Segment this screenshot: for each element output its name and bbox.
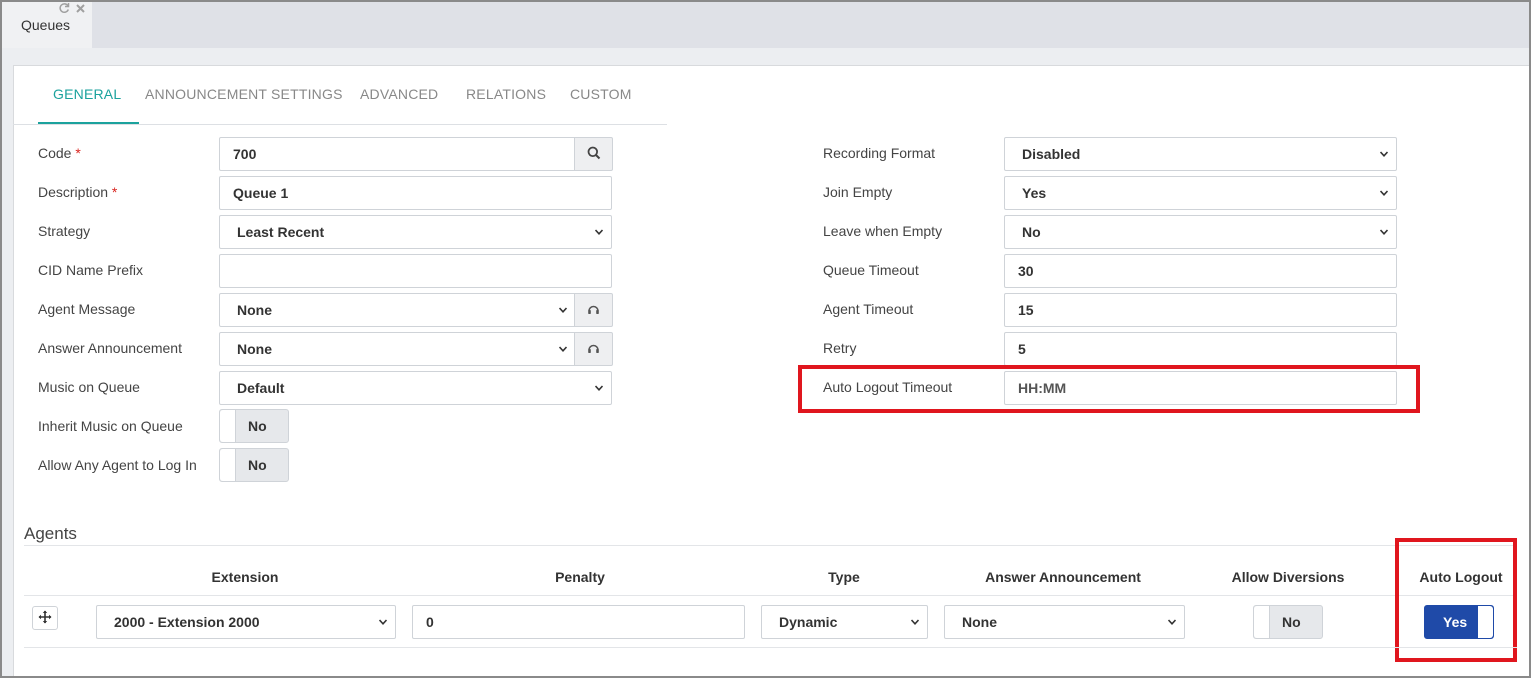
page-tab-title: Queues bbox=[21, 17, 71, 33]
headphones-icon bbox=[587, 341, 600, 357]
toggle-label: No bbox=[248, 457, 267, 473]
drag-handle[interactable] bbox=[32, 606, 58, 630]
code-label: Code * bbox=[38, 145, 81, 161]
refresh-icon[interactable] bbox=[58, 2, 70, 17]
toggle-knob bbox=[220, 410, 236, 442]
column-header-type: Type bbox=[828, 569, 860, 585]
column-header-penalty: Penalty bbox=[555, 569, 605, 585]
leave-when-empty-select[interactable]: No bbox=[1004, 215, 1397, 249]
close-icon[interactable] bbox=[75, 2, 86, 17]
agent-message-value: None bbox=[237, 302, 272, 318]
tab-relations[interactable]: RELATIONS bbox=[466, 86, 546, 102]
agent-timeout-label: Agent Timeout bbox=[823, 301, 914, 317]
music-on-queue-label: Music on Queue bbox=[38, 379, 140, 395]
chevron-down-icon bbox=[1380, 151, 1388, 157]
agent-timeout-input[interactable]: 15 bbox=[1004, 293, 1397, 327]
toggle-label: No bbox=[1282, 614, 1301, 630]
chevron-down-icon bbox=[595, 229, 603, 235]
toggle-knob bbox=[1254, 606, 1270, 638]
agent-allow-diversions-toggle[interactable]: No bbox=[1253, 605, 1323, 639]
recording-format-label: Recording Format bbox=[823, 145, 936, 161]
cid-prefix-input[interactable] bbox=[219, 254, 612, 288]
table-header-divider bbox=[24, 595, 1517, 596]
code-input[interactable]: 700 bbox=[219, 137, 576, 171]
highlight-box-auto-logout-timeout bbox=[798, 365, 1420, 413]
top-tab-bar bbox=[2, 2, 1529, 48]
chevron-down-icon bbox=[595, 385, 603, 391]
table-row-divider bbox=[24, 647, 1517, 648]
tab-announcement-settings[interactable]: ANNOUNCEMENT SETTINGS bbox=[145, 86, 343, 102]
recording-format-value: Disabled bbox=[1022, 146, 1081, 162]
tab-general[interactable]: GENERAL bbox=[53, 86, 121, 102]
page-tab-queues[interactable]: Queues bbox=[2, 2, 92, 48]
move-icon bbox=[38, 610, 52, 627]
allow-any-agent-toggle[interactable]: No bbox=[219, 448, 289, 482]
answer-announcement-label: Answer Announcement bbox=[38, 340, 182, 356]
chevron-down-icon bbox=[379, 619, 387, 625]
cid-prefix-label: CID Name Prefix bbox=[38, 262, 144, 278]
agent-type-value: Dynamic bbox=[779, 614, 838, 630]
chevron-down-icon bbox=[1380, 229, 1388, 235]
description-input[interactable]: Queue 1 bbox=[219, 176, 612, 210]
column-header-answer-announcement: Answer Announcement bbox=[985, 569, 1141, 585]
retry-label: Retry bbox=[823, 340, 857, 356]
music-on-queue-value: Default bbox=[237, 380, 285, 396]
active-tab-indicator bbox=[38, 122, 139, 124]
strategy-select[interactable]: Least Recent bbox=[219, 215, 612, 249]
chevron-down-icon bbox=[1380, 190, 1388, 196]
toggle-knob bbox=[220, 449, 236, 481]
chevron-down-icon bbox=[911, 619, 919, 625]
description-label: Description * bbox=[38, 184, 118, 200]
tab-custom[interactable]: CUSTOM bbox=[570, 86, 632, 102]
agent-message-play-button[interactable] bbox=[574, 293, 613, 327]
form-tabs: GENERAL ANNOUNCEMENT SETTINGS ADVANCED R… bbox=[13, 65, 667, 125]
join-empty-value: Yes bbox=[1022, 185, 1047, 201]
agent-message-label: Agent Message bbox=[38, 301, 136, 317]
join-empty-select[interactable]: Yes bbox=[1004, 176, 1397, 210]
toggle-label: No bbox=[248, 418, 267, 434]
allow-any-agent-label: Allow Any Agent to Log In bbox=[38, 457, 197, 473]
highlight-box-auto-logout bbox=[1395, 538, 1517, 662]
agent-extension-value: 2000 - Extension 2000 bbox=[114, 614, 260, 630]
chevron-down-icon bbox=[559, 307, 567, 313]
agent-answer-announcement-select[interactable]: None bbox=[944, 605, 1185, 639]
chevron-down-icon bbox=[559, 346, 567, 352]
search-icon bbox=[587, 146, 601, 163]
retry-input[interactable]: 5 bbox=[1004, 332, 1397, 366]
agent-answer-announcement-value: None bbox=[962, 614, 997, 630]
agents-section-title: Agents bbox=[24, 524, 77, 543]
music-on-queue-select[interactable]: Default bbox=[219, 371, 612, 405]
column-header-allow-diversions: Allow Diversions bbox=[1231, 569, 1345, 585]
code-search-button[interactable] bbox=[574, 137, 613, 171]
column-header-extension: Extension bbox=[211, 569, 279, 585]
answer-announcement-play-button[interactable] bbox=[574, 332, 613, 366]
queue-timeout-label: Queue Timeout bbox=[823, 262, 919, 278]
agent-extension-select[interactable]: 2000 - Extension 2000 bbox=[96, 605, 396, 639]
section-divider bbox=[24, 545, 1517, 546]
inherit-music-label: Inherit Music on Queue bbox=[38, 418, 183, 434]
agent-penalty-input[interactable]: 0 bbox=[412, 605, 745, 639]
leave-when-empty-value: No bbox=[1022, 224, 1041, 240]
chevron-down-icon bbox=[1168, 619, 1176, 625]
agent-type-select[interactable]: Dynamic bbox=[761, 605, 928, 639]
strategy-label: Strategy bbox=[38, 223, 91, 239]
tab-advanced[interactable]: ADVANCED bbox=[360, 86, 438, 102]
leave-when-empty-label: Leave when Empty bbox=[823, 223, 943, 239]
recording-format-select[interactable]: Disabled bbox=[1004, 137, 1397, 171]
join-empty-label: Join Empty bbox=[823, 184, 893, 200]
strategy-value: Least Recent bbox=[237, 224, 325, 240]
queue-timeout-input[interactable]: 30 bbox=[1004, 254, 1397, 288]
answer-announcement-value: None bbox=[237, 341, 272, 357]
answer-announcement-select[interactable]: None bbox=[219, 332, 576, 366]
agent-message-select[interactable]: None bbox=[219, 293, 576, 327]
inherit-music-toggle[interactable]: No bbox=[219, 409, 289, 443]
headphones-icon bbox=[587, 302, 600, 318]
